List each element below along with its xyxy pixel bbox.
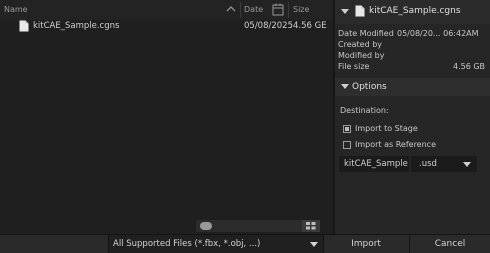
file-name: kitCAE_Sample.cgns: [33, 21, 120, 31]
extension-value: .usd: [419, 159, 437, 169]
cancel-button[interactable]: Cancel: [410, 235, 490, 253]
file-icon: [19, 20, 29, 35]
sort-up-icon[interactable]: [226, 4, 236, 17]
modified-by-label: Modified by: [338, 51, 385, 60]
date-modified-value: 05/08/20... 06:42AM: [397, 29, 479, 38]
file-type-filter[interactable]: All Supported Files (*.fbx, *.obj, ...): [108, 235, 324, 253]
file-info-header[interactable]: kitCAE_Sample.cgns: [335, 0, 490, 24]
import-to-stage-checkbox[interactable]: [343, 125, 351, 133]
options-title: Options: [352, 82, 387, 92]
import-as-reference-label[interactable]: Import as Reference: [355, 140, 436, 149]
grid-view-button[interactable]: [302, 220, 320, 232]
filter-value: All Supported Files (*.fbx, *.obj, ...): [113, 239, 261, 249]
filename-value: kitCAE_Sample: [344, 159, 408, 169]
file-icon: [355, 5, 365, 20]
collapse-triangle-icon[interactable]: [341, 8, 349, 19]
import-to-stage-label[interactable]: Import to Stage: [355, 124, 418, 133]
column-size[interactable]: Size: [293, 5, 309, 14]
bottom-bar: All Supported Files (*.fbx, *.obj, ...) …: [0, 234, 490, 253]
options-header[interactable]: Options: [335, 78, 490, 96]
column-name[interactable]: Name: [4, 5, 28, 14]
import-as-reference-checkbox[interactable]: [343, 141, 351, 149]
date-modified-label: Date Modified: [338, 29, 394, 38]
column-date[interactable]: Date: [244, 5, 263, 14]
column-header: Name Date Size: [0, 0, 333, 20]
chevron-down-icon: [310, 241, 318, 251]
file-row[interactable]: kitCAE_Sample.cgns 05/08/2025 4.56 GE: [0, 20, 333, 34]
created-by-label: Created by: [338, 40, 383, 49]
file-size-value: 4.56 GB: [453, 62, 486, 71]
file-browser: Name Date Size kitCAE_Sample.cgns 05/08/…: [0, 0, 333, 234]
file-size: 4.56 GE: [293, 21, 327, 31]
extension-dropdown[interactable]: .usd: [411, 156, 477, 172]
import-button[interactable]: Import: [324, 235, 408, 253]
file-date: 05/08/2025: [244, 21, 293, 31]
collapse-triangle-icon[interactable]: [341, 83, 349, 94]
scrollbar-thumb[interactable]: [200, 222, 212, 230]
column-separator[interactable]: [240, 2, 241, 18]
file-size-label: File size: [338, 62, 370, 71]
calendar-icon[interactable]: [272, 3, 284, 19]
filename-field[interactable]: kitCAE_Sample: [339, 156, 409, 172]
grid-icon: [306, 222, 316, 230]
destination-label: Destination:: [340, 106, 389, 115]
options-panel: kitCAE_Sample.cgns Date Modified 05/08/2…: [335, 0, 490, 234]
chevron-down-icon: [463, 161, 471, 171]
info-filename: kitCAE_Sample.cgns: [369, 6, 461, 16]
column-separator[interactable]: [288, 2, 289, 18]
